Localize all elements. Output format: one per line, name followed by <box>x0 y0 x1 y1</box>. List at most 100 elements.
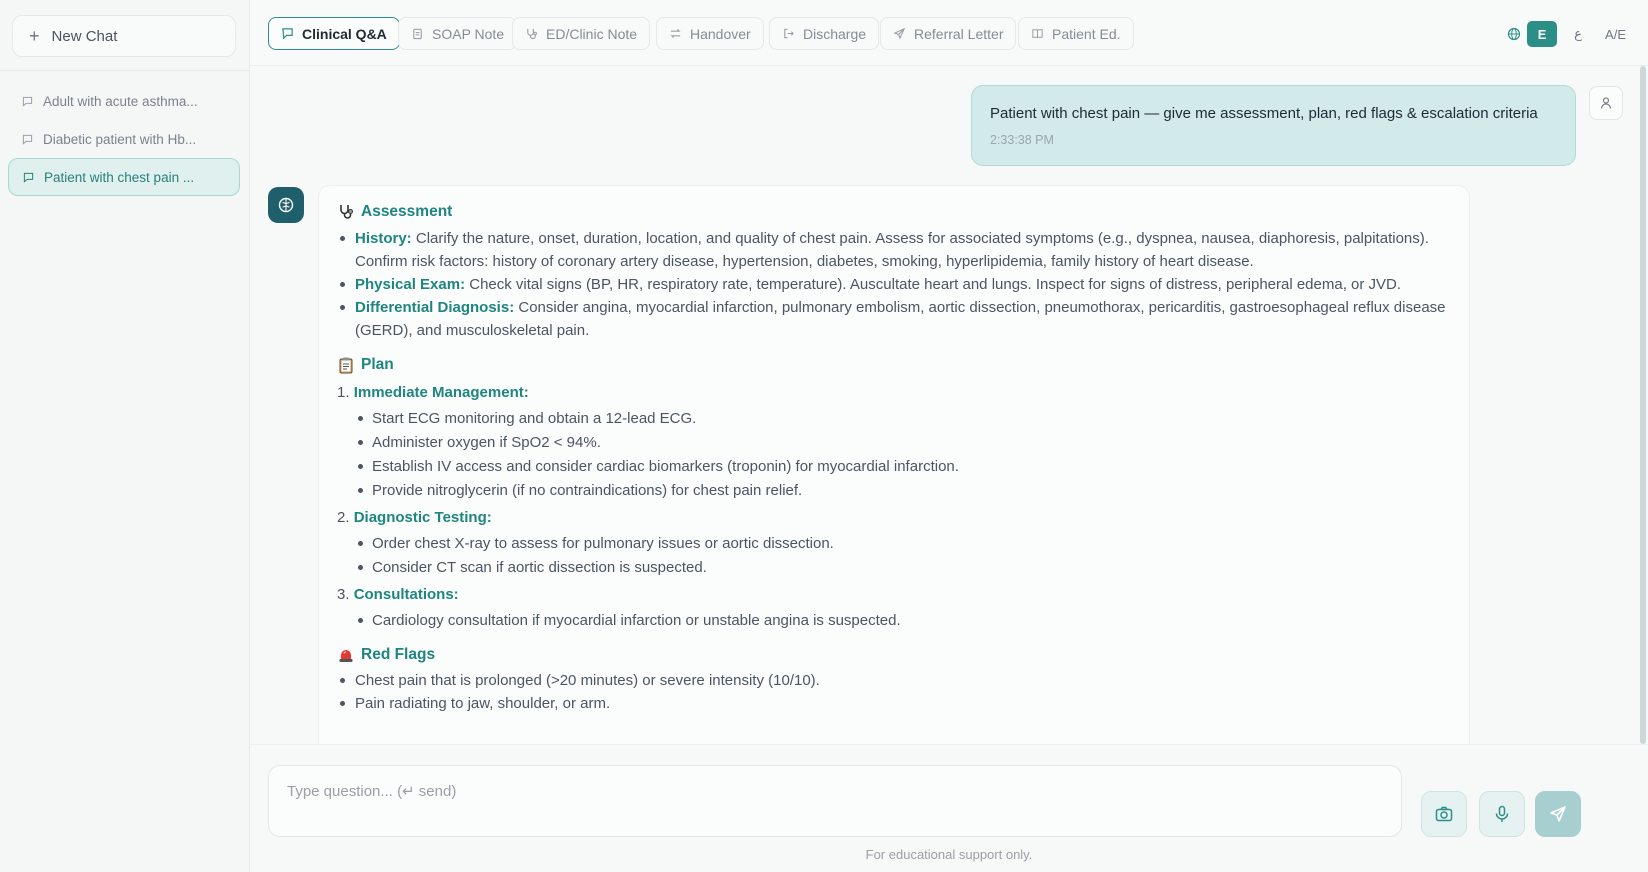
plan-step: 2. Diagnostic Testing: Order chest X-ray… <box>337 506 1449 579</box>
tab-label: Discharge <box>803 25 867 42</box>
language-english-button[interactable]: E <box>1527 21 1558 47</box>
sidebar: + New Chat Adult with acute asthma... Di… <box>0 0 250 872</box>
chat-history-item[interactable]: Adult with acute asthma... <box>8 82 240 120</box>
tab-label: ED/Clinic Note <box>546 25 638 42</box>
language-switcher: E ع A/E <box>1507 20 1632 48</box>
user-message-text: Patient with chest pain — give me assess… <box>990 105 1538 122</box>
plan-step: 3. Consultations: Cardiology consultatio… <box>337 583 1449 632</box>
plan-item: Start ECG monitoring and obtain a 12-lea… <box>337 407 1449 430</box>
camera-button[interactable] <box>1421 791 1467 837</box>
send-icon <box>1550 806 1566 822</box>
plan-item: Provide nitroglycerin (if no contraindic… <box>337 479 1449 502</box>
exit-icon <box>784 28 794 39</box>
camera-icon <box>1435 806 1453 822</box>
swap-icon <box>670 28 681 39</box>
tab-label: Handover <box>690 25 751 42</box>
tab-referral-letter[interactable]: Referral Letter <box>880 17 1017 50</box>
microphone-button[interactable] <box>1479 791 1525 837</box>
assistant-avatar <box>268 187 304 223</box>
chat-history-label: Diabetic patient with Hb... <box>43 131 197 147</box>
item-label: Physical Exam: <box>355 276 466 293</box>
step-number: 2. <box>337 509 350 526</box>
plan-item: Consider CT scan if aortic dissection is… <box>337 556 1449 579</box>
red-flags-title: Red Flags <box>361 646 436 663</box>
step-items: Order chest X-ray to assess for pulmonar… <box>337 532 1449 579</box>
tab-handover[interactable]: Handover <box>656 17 764 50</box>
user-avatar <box>1589 86 1623 120</box>
chat-thread: Patient with chest pain — give me assess… <box>250 66 1648 744</box>
chat-history-label: Adult with acute asthma... <box>43 93 198 109</box>
plan-title: Plan <box>361 356 394 373</box>
red-flags-list: Chest pain that is prolonged (>20 minute… <box>337 669 1449 715</box>
new-chat-label: New Chat <box>51 27 118 45</box>
siren-emoji-icon <box>339 649 353 662</box>
user-icon <box>1600 97 1612 109</box>
plan-item: Cardiology consultation if myocardial in… <box>337 609 1449 632</box>
step-label: Consultations: <box>353 586 459 603</box>
message-icon <box>22 134 33 145</box>
disclaimer-text: For educational support only. <box>865 847 1033 862</box>
scrollbar-thumb[interactable] <box>1640 66 1646 744</box>
sidebar-divider <box>0 70 250 71</box>
composer-area: Type question... (↵ send) For educationa… <box>250 744 1648 872</box>
tab-ed-clinic-note[interactable]: ED/Clinic Note <box>512 17 651 50</box>
plan-item: Administer oxygen if SpO2 < 94%. <box>337 431 1449 454</box>
tab-soap-note[interactable]: SOAP Note <box>398 17 518 50</box>
message-icon <box>22 96 33 107</box>
chat-icon <box>282 28 293 40</box>
step-items: Cardiology consultation if myocardial in… <box>337 609 1449 632</box>
item-text: Consider angina, myocardial infarction, … <box>355 299 1446 339</box>
item-label: Differential Diagnosis: <box>355 299 515 316</box>
step-items: Start ECG monitoring and obtain a 12-lea… <box>337 407 1449 502</box>
step-number: 3. <box>337 586 350 603</box>
plan-step: 1. Immediate Management: Start ECG monit… <box>337 381 1449 502</box>
tab-label: Patient Ed. <box>1052 25 1121 42</box>
tab-discharge[interactable]: Discharge <box>769 17 880 50</box>
send-button[interactable] <box>1535 791 1581 837</box>
red-flag-item: Chest pain that is prolonged (>20 minute… <box>337 669 1449 692</box>
assessment-item: Physical Exam: Check vital signs (BP, HR… <box>337 273 1449 296</box>
chat-history-label: Patient with chest pain ... <box>44 169 195 185</box>
brain-icon <box>278 197 294 213</box>
clipboard-icon <box>413 28 422 40</box>
send-icon <box>893 27 906 40</box>
stethoscope-icon <box>527 28 537 40</box>
plan-heading: Plan <box>337 353 1449 376</box>
item-text: Clarify the nature, onset, duration, loc… <box>355 230 1429 270</box>
language-arabic-button[interactable]: ع <box>1563 21 1593 47</box>
chat-history-item-active[interactable]: Patient with chest pain ... <box>8 158 240 196</box>
user-message-timestamp: 2:33:38 PM <box>990 133 1054 147</box>
tab-label: Clinical Q&A <box>302 25 387 42</box>
chat-history-item[interactable]: Diabetic patient with Hb... <box>8 120 240 158</box>
book-icon <box>1032 29 1043 39</box>
tab-clinical-qa[interactable]: Clinical Q&A <box>268 17 400 50</box>
red-flag-item: Pain radiating to jaw, shoulder, or arm. <box>337 692 1449 715</box>
stethoscope-emoji-icon <box>340 204 353 219</box>
mode-toolbar: Clinical Q&A SOAP Note ED/Clinic Note Ha… <box>250 0 1648 66</box>
globe-icon <box>1507 27 1521 41</box>
new-chat-button[interactable]: + New Chat <box>12 15 236 57</box>
red-flags-heading: Red Flags <box>337 643 1449 666</box>
item-label: History: <box>355 230 412 247</box>
assessment-item: History: Clarify the nature, onset, dura… <box>337 227 1449 273</box>
question-input[interactable]: Type question... (↵ send) <box>268 765 1402 837</box>
step-number: 1. <box>337 384 350 401</box>
assessment-item: Differential Diagnosis: Consider angina,… <box>337 296 1449 342</box>
plan-item: Order chest X-ray to assess for pulmonar… <box>337 532 1449 555</box>
plus-icon: + <box>29 26 40 46</box>
tab-label: Referral Letter <box>914 25 1004 42</box>
assistant-message: Assessment History: Clarify the nature, … <box>318 185 1470 744</box>
assessment-title: Assessment <box>361 203 453 220</box>
chat-scrollbar[interactable] <box>1640 66 1646 744</box>
microphone-icon <box>1495 805 1509 822</box>
clipboard-emoji-icon <box>339 357 353 373</box>
assessment-heading: Assessment <box>337 200 1449 223</box>
user-message: Patient with chest pain — give me assess… <box>971 85 1576 166</box>
plan-item: Establish IV access and consider cardiac… <box>337 455 1449 478</box>
item-text: Check vital signs (BP, HR, respiratory r… <box>465 276 1402 293</box>
tab-label: SOAP Note <box>432 25 505 42</box>
step-label: Immediate Management: <box>353 384 529 401</box>
language-bilingual-button[interactable]: A/E <box>1599 21 1632 47</box>
tab-patient-education[interactable]: Patient Ed. <box>1018 17 1134 50</box>
step-label: Diagnostic Testing: <box>353 509 492 526</box>
